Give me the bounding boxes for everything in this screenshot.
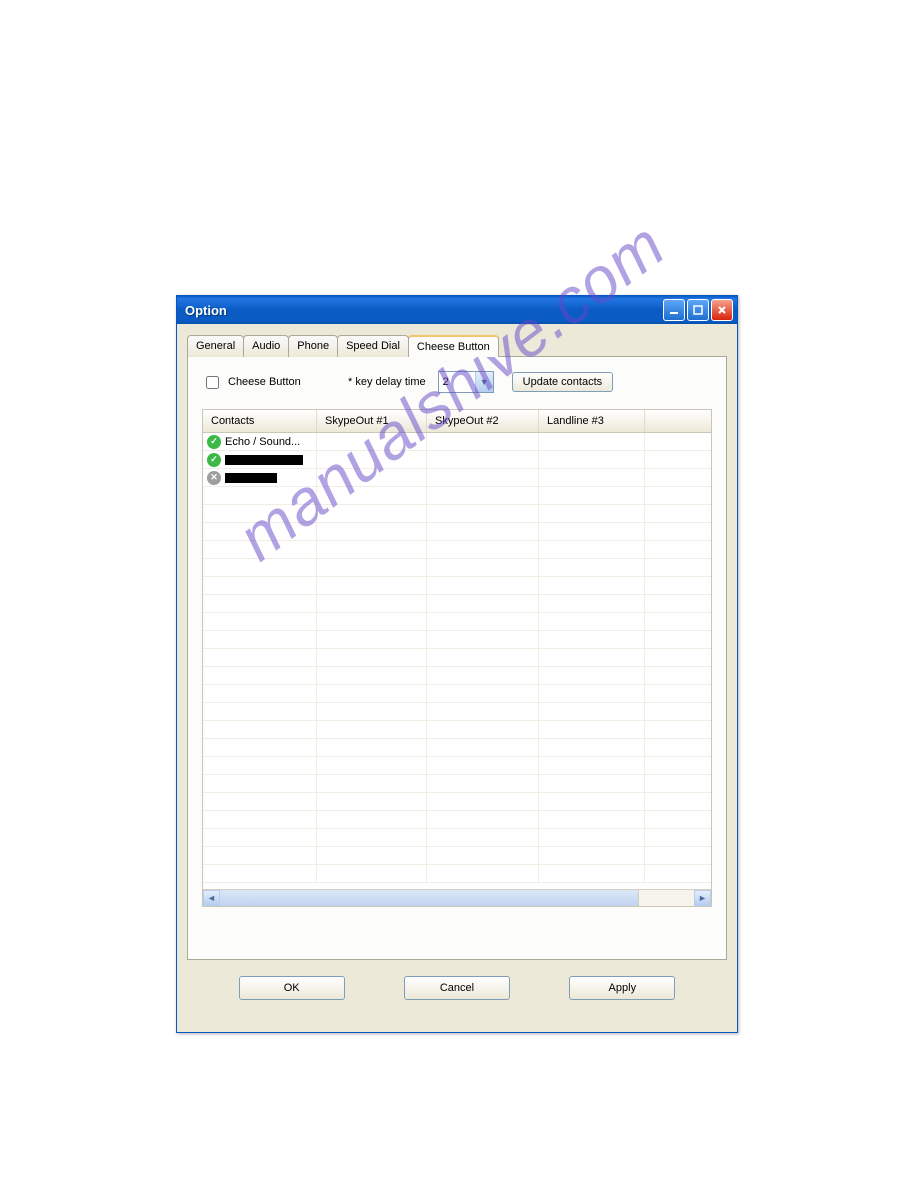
maximize-button[interactable] <box>687 299 709 321</box>
col-skypeout1[interactable]: SkypeOut #1 <box>317 410 427 432</box>
dialog-footer: OK Cancel Apply <box>187 960 727 1000</box>
col-landline3[interactable]: Landline #3 <box>539 410 645 432</box>
status-offline-icon: ✕ <box>207 471 221 485</box>
tab-cheese-button[interactable]: Cheese Button <box>408 335 499 357</box>
col-skypeout2[interactable]: SkypeOut #2 <box>427 410 539 432</box>
contacts-grid: Contacts SkypeOut #1 SkypeOut #2 Landlin… <box>202 409 712 907</box>
update-contacts-button[interactable]: Update contacts <box>512 372 614 392</box>
scroll-right-icon[interactable]: ► <box>694 890 711 906</box>
status-online-icon: ✓ <box>207 435 221 449</box>
tab-phone[interactable]: Phone <box>288 335 338 357</box>
minimize-button[interactable] <box>663 299 685 321</box>
tab-panel: Cheese Button * key delay time 2 ▼ Updat… <box>187 356 727 960</box>
titlebar[interactable]: Option <box>177 296 737 324</box>
contact-name-redacted <box>225 455 303 465</box>
contact-name-redacted <box>225 473 277 483</box>
table-row[interactable]: ✓ <box>203 451 711 469</box>
maximize-icon <box>693 305 703 315</box>
table-row[interactable]: ✓ Echo / Sound... <box>203 433 711 451</box>
close-button[interactable] <box>711 299 733 321</box>
close-icon <box>717 305 727 315</box>
window-content: General Audio Phone Speed Dial Cheese Bu… <box>177 324 737 1010</box>
cheese-button-checkbox-wrap[interactable]: Cheese Button <box>202 373 332 392</box>
options-row: Cheese Button * key delay time 2 ▼ Updat… <box>202 371 712 393</box>
tab-speed-dial[interactable]: Speed Dial <box>337 335 409 357</box>
ok-button[interactable]: OK <box>239 976 345 1000</box>
tab-audio[interactable]: Audio <box>243 335 289 357</box>
apply-button[interactable]: Apply <box>569 976 675 1000</box>
option-window: Option General Audio Phone Speed Dial Ch… <box>176 295 738 1033</box>
tab-strip: General Audio Phone Speed Dial Cheese Bu… <box>187 335 727 357</box>
key-delay-label: * key delay time <box>348 376 426 388</box>
key-delay-value: 2 <box>439 376 475 388</box>
horizontal-scrollbar[interactable]: ◄ ► <box>203 889 711 906</box>
col-contacts[interactable]: Contacts <box>203 410 317 432</box>
key-delay-select[interactable]: 2 ▼ <box>438 371 494 393</box>
scroll-track[interactable] <box>220 890 638 906</box>
cancel-button[interactable]: Cancel <box>404 976 510 1000</box>
grid-body: ✓ Echo / Sound... ✓ ✕ <box>203 433 711 889</box>
contact-name: Echo / Sound... <box>225 436 300 448</box>
scroll-left-icon[interactable]: ◄ <box>203 890 220 906</box>
tab-general[interactable]: General <box>187 335 244 357</box>
cheese-button-checkbox-label: Cheese Button <box>228 376 301 388</box>
chevron-down-icon: ▼ <box>475 372 493 392</box>
table-row[interactable]: ✕ <box>203 469 711 487</box>
scroll-gap <box>638 890 694 906</box>
window-title: Option <box>185 303 661 318</box>
grid-header: Contacts SkypeOut #1 SkypeOut #2 Landlin… <box>203 410 711 433</box>
minimize-icon <box>669 305 679 315</box>
cheese-button-checkbox[interactable] <box>206 376 219 389</box>
status-online-icon: ✓ <box>207 453 221 467</box>
